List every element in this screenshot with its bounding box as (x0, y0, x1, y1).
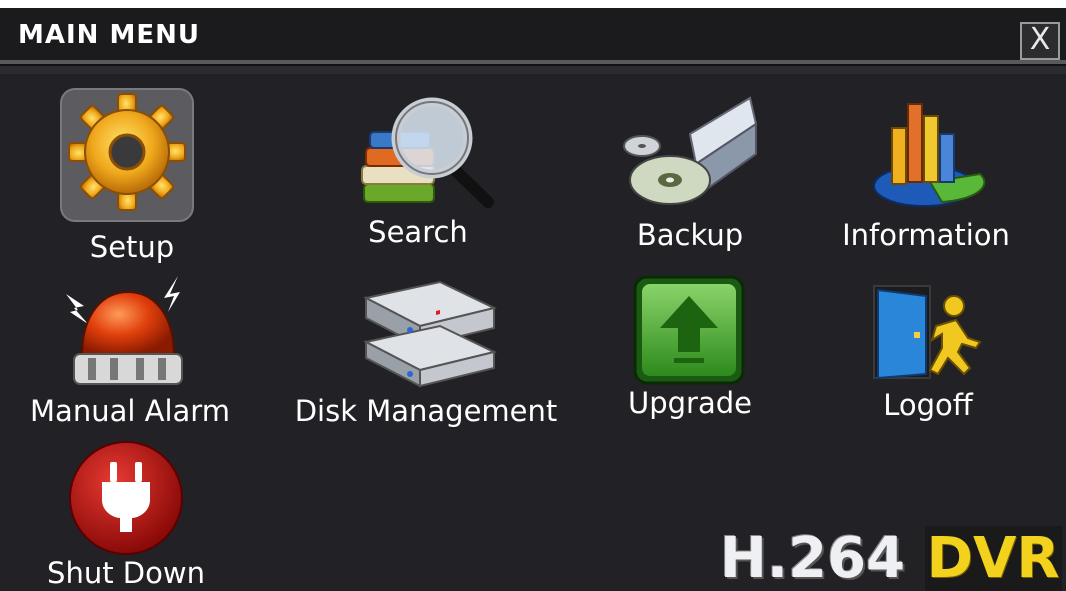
magnifier-books-icon (361, 97, 494, 208)
menu-item-label: Shut Down (47, 556, 205, 590)
upload-arrow-icon (633, 275, 745, 385)
menu-item-label: Manual Alarm (30, 394, 230, 428)
title-bar: MAIN MENU X (0, 8, 1066, 60)
menu-item-backup[interactable]: Backup (580, 80, 810, 270)
top-edge (0, 0, 1066, 8)
menu-item-label: Disk Management (294, 394, 558, 428)
menu-item-label: Search (368, 215, 468, 249)
hard-disks-icon (363, 280, 497, 388)
menu-item-setup[interactable]: Setup (0, 80, 250, 270)
menu-item-label: Upgrade (628, 386, 752, 420)
menu-item-label: Information (842, 218, 1010, 252)
exit-door-icon (873, 285, 982, 380)
close-button[interactable]: X (1020, 22, 1060, 60)
power-plug-icon (69, 441, 183, 555)
menu-item-logoff[interactable]: Logoff (820, 270, 1050, 440)
bar-pie-chart-icon (873, 103, 986, 207)
title-divider-band (0, 66, 1066, 74)
brand-logo: H.264 DVR (720, 526, 1062, 591)
alarm-siren-icon (66, 276, 183, 385)
brand-codec: H.264 (720, 526, 906, 591)
gear-icon (60, 88, 194, 222)
menu-item-label: Logoff (883, 388, 973, 422)
menu-item-shut-down[interactable]: Shut Down (0, 440, 250, 590)
menu-item-manual-alarm[interactable]: Manual Alarm (0, 270, 250, 440)
menu-item-search[interactable]: Search (300, 80, 540, 270)
menu-item-label: Setup (89, 230, 175, 264)
menu-item-upgrade[interactable]: Upgrade (580, 270, 810, 440)
menu-item-disk-management[interactable]: Disk Management (270, 270, 590, 440)
brand-product: DVR (924, 526, 1062, 591)
menu-item-information[interactable]: Information (820, 80, 1050, 270)
menu-item-label: Backup (636, 218, 744, 252)
window-title: MAIN MENU (18, 20, 200, 50)
disc-drive-icon (623, 96, 758, 205)
